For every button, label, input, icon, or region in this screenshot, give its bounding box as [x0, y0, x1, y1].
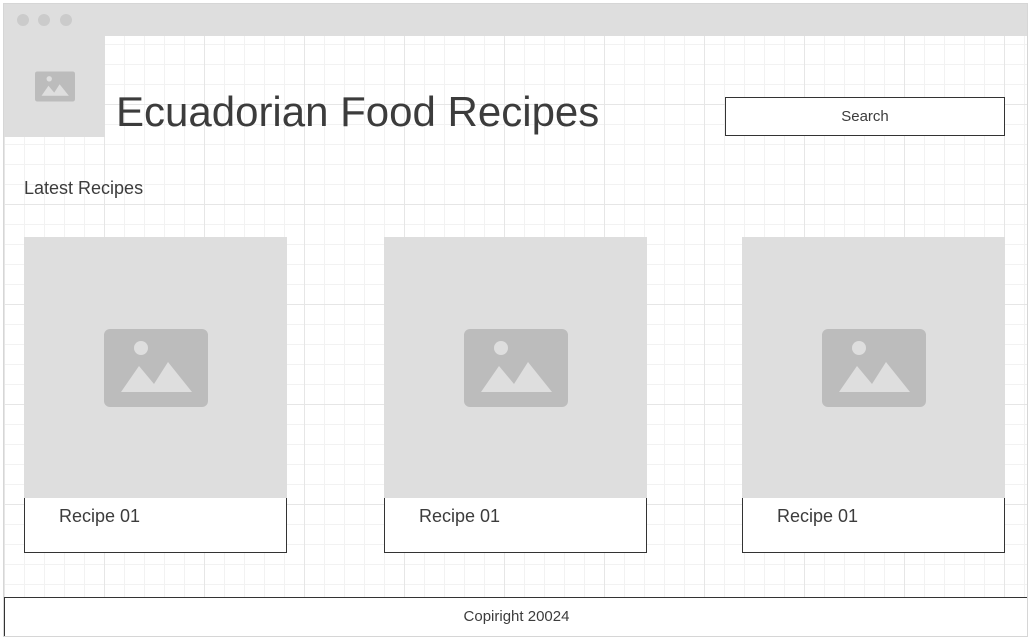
recipe-image[interactable] — [24, 237, 287, 498]
recipe-image[interactable] — [384, 237, 647, 498]
recipe-title[interactable]: Recipe 01 — [24, 498, 287, 553]
recipe-card[interactable]: Recipe 01 — [24, 237, 287, 553]
latest-recipes-heading: Latest Recipes — [24, 178, 144, 198]
site-title: Ecuadorian Food Recipes — [116, 88, 600, 135]
maximize-window-dot[interactable] — [60, 14, 72, 26]
recipe-image[interactable] — [742, 237, 1005, 498]
recipe-title[interactable]: Recipe 01 — [742, 498, 1005, 553]
recipe-card[interactable]: Recipe 01 — [742, 237, 1005, 553]
recipe-title[interactable]: Recipe 01 — [384, 498, 647, 553]
recipe-card[interactable]: Recipe 01 — [384, 237, 647, 553]
window-titlebar — [4, 4, 1027, 36]
minimize-window-dot[interactable] — [38, 14, 50, 26]
search-input[interactable]: Search — [725, 97, 1005, 136]
page-footer: Copiright 20024 — [4, 597, 1027, 636]
image-placeholder-icon — [463, 328, 568, 407]
image-placeholder-icon — [103, 328, 208, 407]
browser-window: Ecuadorian Food Recipes Search Latest Re… — [3, 3, 1028, 637]
site-logo[interactable] — [4, 36, 105, 137]
image-placeholder-icon — [34, 71, 75, 102]
image-placeholder-icon — [821, 328, 926, 407]
close-window-dot[interactable] — [17, 14, 29, 26]
